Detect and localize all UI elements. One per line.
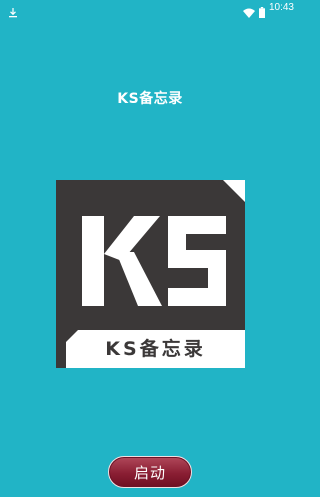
logo-letters: KS [72,194,226,306]
logo-letters-text: KS [72,194,93,198]
status-time: 10:43 [268,2,294,13]
launch-button-label: 启动 [133,463,166,482]
battery-icon [258,3,265,18]
logo-caption: KS备忘录 [105,338,206,360]
launch-button[interactable]: 启动 [108,456,192,488]
logo-caption-band: KS备忘录 [56,320,245,368]
page-title: KS备忘录 [117,91,183,107]
download-icon [8,3,18,18]
wifi-icon [242,3,255,18]
status-bar: 10:43 [0,0,300,18]
app-logo: KS KS备忘录 [56,180,245,368]
